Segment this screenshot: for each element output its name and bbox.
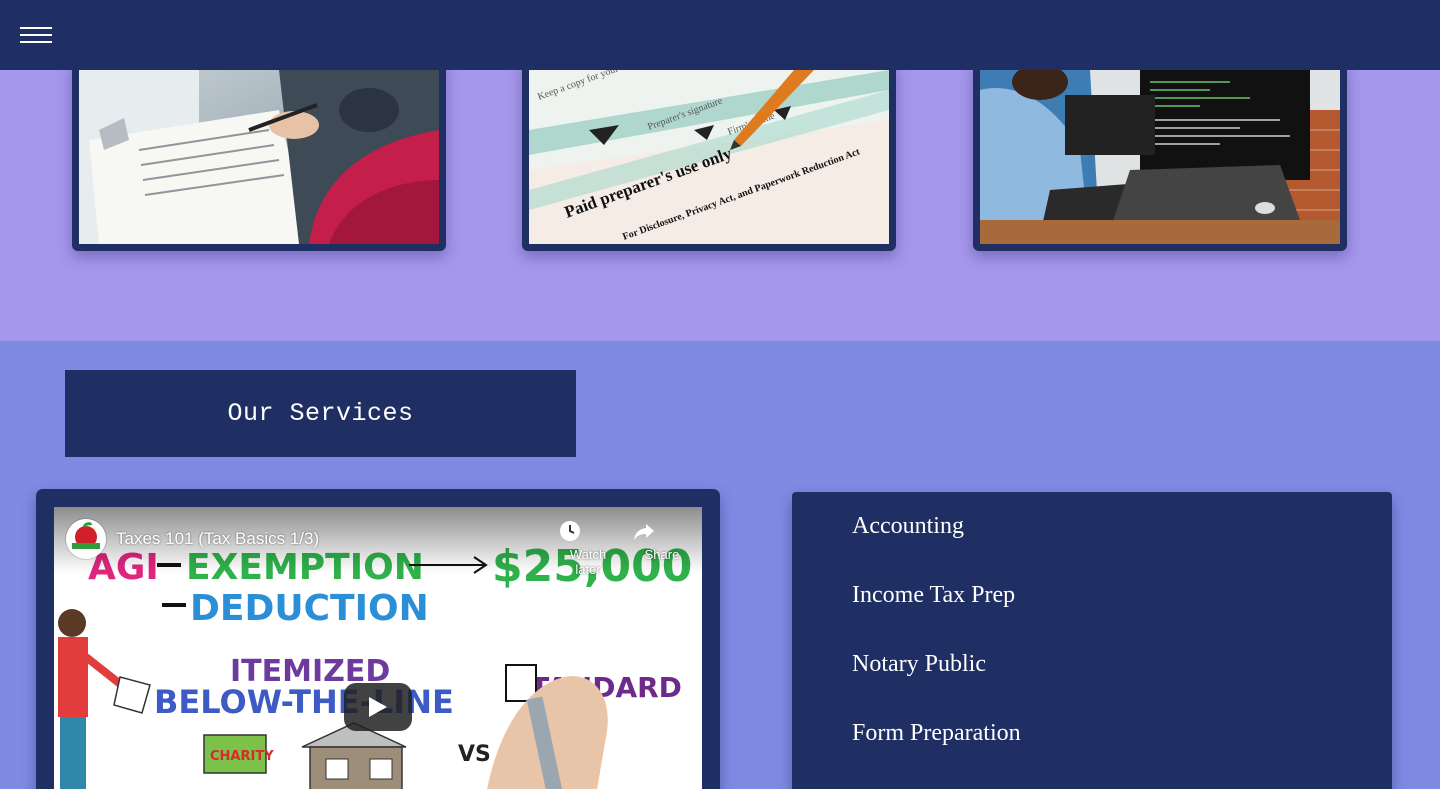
services-list-card: Accounting Income Tax Prep Notary Public… — [792, 492, 1392, 789]
gallery-card-programmer — [973, 60, 1347, 251]
watch-later-label: Watch later — [569, 547, 607, 577]
hamburger-menu-icon[interactable] — [20, 27, 52, 45]
thumb-deduction: DEDUCTION — [190, 588, 429, 629]
programmer-photo — [980, 70, 1340, 244]
share-icon — [634, 524, 654, 540]
embedded-video[interactable]: AGI EXEMPTION $25,000 DEDUCTION ITEMIZED… — [54, 507, 702, 789]
services-title: Our Services — [227, 399, 414, 428]
thumb-vs: VS — [458, 742, 491, 767]
gallery-card-tax-form: Keep a copy for your records. Preparer's… — [522, 60, 896, 251]
play-icon — [369, 697, 387, 717]
service-item-income-tax-prep[interactable]: Income Tax Prep — [852, 582, 1015, 609]
gallery-card-consultation — [72, 60, 446, 251]
consultation-photo — [79, 70, 439, 244]
top-nav-bar — [0, 0, 1440, 70]
share-label: Share — [644, 547, 680, 562]
service-item-form-preparation[interactable]: Form Preparation — [852, 720, 1021, 747]
video-title[interactable]: Taxes 101 (Tax Basics 1/3) — [116, 529, 319, 549]
clock-icon — [560, 521, 580, 541]
video-card: AGI EXEMPTION $25,000 DEDUCTION ITEMIZED… — [36, 489, 720, 789]
share-button[interactable]: Share — [632, 519, 692, 562]
service-item-accounting[interactable]: Accounting — [852, 513, 964, 540]
services-section: Our Services AGI EXEMPTION $25,000 DEDUC… — [0, 341, 1440, 789]
watch-later-button[interactable]: Watch later — [558, 519, 618, 577]
services-title-box: Our Services — [65, 370, 576, 457]
service-item-notary-public[interactable]: Notary Public — [852, 651, 986, 678]
play-button[interactable] — [344, 683, 412, 731]
tax-form-photo: Keep a copy for your records. Preparer's… — [529, 70, 889, 244]
channel-avatar[interactable] — [66, 519, 106, 559]
thumb-charity: CHARITY — [210, 749, 274, 764]
